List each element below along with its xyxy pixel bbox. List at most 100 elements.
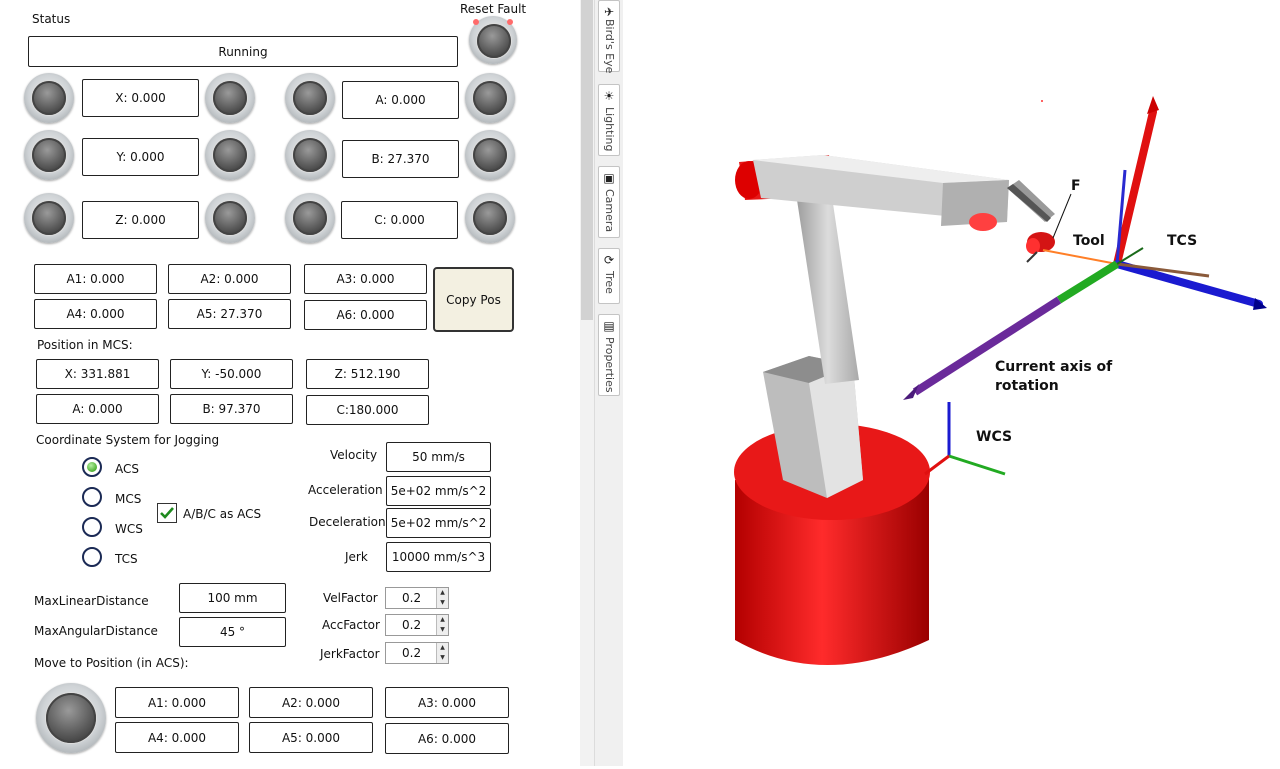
birds-eye-icon: ✈	[603, 5, 615, 19]
move-a2-input[interactable]: A2: 0.000	[249, 687, 373, 718]
tab-lighting-label: Lighting	[603, 107, 616, 152]
jog-y-minus-button[interactable]	[24, 130, 74, 180]
label-axis-rotation-1: Current axis of	[995, 359, 1113, 375]
radio-acs[interactable]	[82, 457, 102, 477]
deceleration-label: Deceleration	[309, 515, 386, 529]
jog-b-plus-button[interactable]	[465, 130, 515, 180]
jog-b-minus-button[interactable]	[285, 130, 335, 180]
label-tool: Tool	[1073, 233, 1105, 249]
jog-z-minus-button[interactable]	[24, 193, 74, 243]
mcs-b-field: B: 97.370	[170, 394, 293, 424]
radio-tcs-label: TCS	[115, 552, 138, 566]
mcs-label: Position in MCS:	[37, 338, 133, 352]
jog-a-minus-button[interactable]	[285, 73, 335, 123]
jog-z-value: Z: 0.000	[82, 201, 199, 239]
jerk-factor-label: JerkFactor	[320, 647, 380, 661]
jerk-factor-value: 0.2	[402, 646, 422, 660]
lightbulb-icon: ☀	[603, 89, 615, 103]
reset-fault-button[interactable]	[469, 16, 517, 64]
radio-tcs[interactable]	[82, 547, 102, 567]
acc-factor-label: AccFactor	[322, 618, 380, 632]
move-a6-input[interactable]: A6: 0.000	[385, 723, 509, 754]
jog-c-plus-button[interactable]	[465, 193, 515, 243]
tab-properties[interactable]: ▤ Properties	[598, 314, 620, 396]
acs-a5-field: A5: 27.370	[168, 299, 291, 329]
jog-a-value: A: 0.000	[342, 81, 459, 119]
tab-tree[interactable]: ⟳ Tree	[598, 248, 620, 304]
3d-viewport[interactable]: F Tool TCS Current axis of rotation WCS	[623, 0, 1280, 766]
velocity-label: Velocity	[330, 448, 378, 462]
move-a1-input[interactable]: A1: 0.000	[115, 687, 239, 718]
acc-factor-spinner[interactable]: 0.2 ▲ ▼	[385, 614, 449, 636]
tab-birds-eye[interactable]: ✈ Bird's Eye	[598, 0, 620, 74]
tab-camera-label: Camera	[603, 189, 616, 233]
max-angular-input[interactable]: 45 °	[179, 617, 286, 647]
jog-x-value: X: 0.000	[82, 79, 199, 117]
copy-pos-button[interactable]: Copy Pos	[433, 267, 514, 332]
vel-factor-spinner[interactable]: 0.2 ▲ ▼	[385, 587, 449, 609]
spin-arrows-icon[interactable]: ▲ ▼	[436, 643, 448, 663]
move-a4-input[interactable]: A4: 0.000	[115, 722, 239, 753]
mcs-y-field: Y: -50.000	[170, 359, 293, 389]
max-linear-label: MaxLinearDistance	[34, 594, 149, 608]
coord-system-label: Coordinate System for Jogging	[36, 433, 220, 447]
fault-indicator-left	[473, 19, 479, 25]
elbow-joint	[969, 213, 997, 231]
jog-y-plus-button[interactable]	[205, 130, 255, 180]
velocity-input[interactable]: 50 mm/s	[386, 442, 491, 472]
camera-icon: ▣	[603, 171, 615, 185]
acs-a2-field: A2: 0.000	[168, 264, 291, 294]
jog-x-minus-button[interactable]	[24, 73, 74, 123]
checkmark-icon	[160, 507, 174, 519]
tab-lighting[interactable]: ☀ Lighting	[598, 84, 620, 156]
mcs-c-field: C:180.000	[306, 395, 429, 425]
tab-tree-label: Tree	[603, 271, 616, 294]
panel-scrollbar-thumb[interactable]	[581, 0, 593, 320]
label-axis-rotation-2: rotation	[995, 378, 1059, 394]
jog-c-minus-button[interactable]	[285, 193, 335, 243]
move-a5-input[interactable]: A5: 0.000	[249, 722, 373, 753]
vel-factor-value: 0.2	[402, 591, 422, 605]
mcs-x-field: X: 331.881	[36, 359, 159, 389]
mcs-a-field: A: 0.000	[36, 394, 159, 424]
vel-factor-label: VelFactor	[323, 591, 378, 605]
jerk-factor-spinner[interactable]: 0.2 ▲ ▼	[385, 642, 449, 664]
acs-a1-field: A1: 0.000	[34, 264, 157, 294]
spin-arrows-icon[interactable]: ▲ ▼	[436, 615, 448, 635]
tab-birds-eye-label: Bird's Eye	[603, 19, 616, 74]
max-linear-input[interactable]: 100 mm	[179, 583, 286, 613]
radio-mcs[interactable]	[82, 487, 102, 507]
acs-a6-field: A6: 0.000	[304, 300, 427, 330]
robot-scene-svg	[734, 96, 1267, 665]
properties-icon: ▤	[603, 319, 615, 333]
move-to-position-button[interactable]	[36, 683, 106, 753]
jog-a-plus-button[interactable]	[465, 73, 515, 123]
label-tcs: TCS	[1167, 233, 1198, 249]
acs-a4-field: A4: 0.000	[34, 299, 157, 329]
acceleration-input[interactable]: 5e+02 mm/s^2	[386, 476, 491, 506]
label-wcs: WCS	[976, 429, 1013, 445]
deceleration-input[interactable]: 5e+02 mm/s^2	[386, 508, 491, 538]
move-a3-input[interactable]: A3: 0.000	[385, 687, 509, 718]
jog-x-plus-button[interactable]	[205, 73, 255, 123]
tab-camera[interactable]: ▣ Camera	[598, 166, 620, 238]
jerk-input[interactable]: 10000 mm/s^3	[386, 542, 491, 572]
radio-acs-label: ACS	[115, 462, 139, 476]
spin-arrows-icon[interactable]: ▲ ▼	[436, 588, 448, 608]
max-angular-label: MaxAngularDistance	[34, 624, 158, 638]
abc-as-acs-label: A/B/C as ACS	[183, 507, 262, 521]
radio-wcs-label: WCS	[115, 522, 143, 536]
acceleration-label: Acceleration	[308, 483, 383, 497]
jog-b-value: B: 27.370	[342, 140, 459, 178]
mcs-z-field: Z: 512.190	[306, 359, 429, 389]
jerk-label: Jerk	[345, 550, 368, 564]
fault-indicator-right	[507, 19, 513, 25]
radio-wcs[interactable]	[82, 517, 102, 537]
acc-factor-value: 0.2	[402, 618, 422, 632]
jog-z-plus-button[interactable]	[205, 193, 255, 243]
abc-as-acs-checkbox[interactable]	[157, 503, 177, 523]
jog-y-value: Y: 0.000	[82, 138, 199, 176]
tab-properties-label: Properties	[603, 337, 616, 393]
robot-forearm	[753, 155, 1009, 226]
status-field: Running	[28, 36, 458, 67]
